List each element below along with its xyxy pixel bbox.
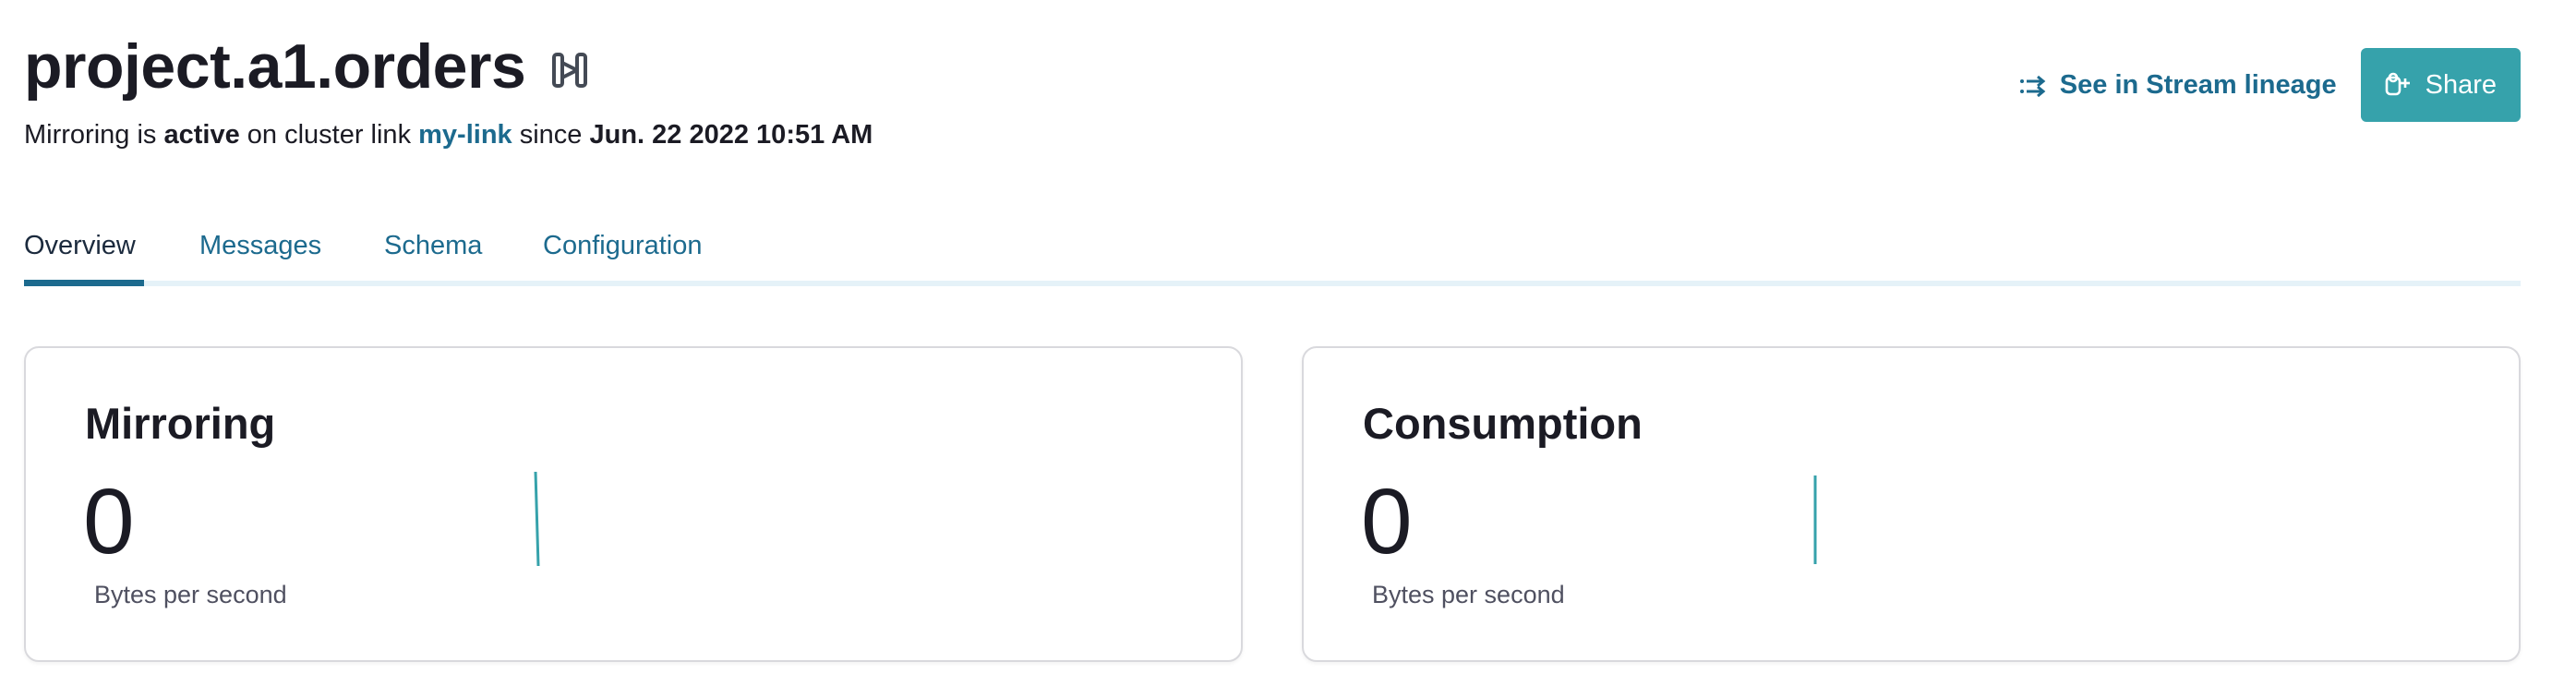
share-button[interactable]: Share: [2360, 48, 2521, 122]
tab-configuration[interactable]: Configuration: [543, 231, 703, 286]
metric-value: 0: [1361, 470, 1413, 573]
tab-label: Messages: [199, 231, 322, 260]
lineage-label: See in Stream lineage: [2059, 69, 2337, 100]
tab-label: Overview: [24, 231, 136, 260]
metric-unit: Bytes per second: [94, 581, 287, 608]
status-link-text: on cluster link: [247, 120, 412, 150]
topic-header: project.a1.orders: [24, 28, 590, 105]
status-since-text: since: [519, 120, 583, 150]
tab-schema[interactable]: Schema: [384, 231, 482, 286]
share-label: Share: [2425, 69, 2497, 100]
topic-detail-page: project.a1.orders Mirroring is active on…: [0, 0, 2576, 698]
status-timestamp: Jun. 22 2022 10:51 AM: [589, 120, 873, 150]
status-state: active: [163, 120, 240, 150]
share-icon: [2383, 70, 2413, 100]
page-title: project.a1.orders: [24, 31, 526, 102]
cluster-link[interactable]: my-link: [418, 120, 512, 150]
metric-unit: Bytes per second: [1372, 581, 1565, 608]
tab-label: Configuration: [543, 231, 703, 260]
metric-value: 0: [83, 470, 135, 573]
tab-label: Schema: [384, 231, 483, 260]
tab-messages[interactable]: Messages: [199, 231, 321, 286]
status-prefix: Mirroring is: [24, 120, 157, 150]
mirroring-status-line: Mirroring is active on cluster link my-l…: [24, 118, 873, 151]
card-title: Consumption: [1363, 399, 1643, 448]
topic-tabs: Overview Messages Schema Configuration: [24, 222, 2521, 286]
stream-lineage-icon: [2019, 74, 2047, 98]
card-title: Mirroring: [85, 399, 276, 448]
tab-overview[interactable]: Overview: [24, 231, 136, 286]
see-in-stream-lineage-link[interactable]: See in Stream lineage: [2019, 70, 2337, 101]
consumption-sparkline: [1813, 475, 1817, 564]
active-tab-indicator: [24, 280, 144, 286]
mirroring-sparkline: [534, 471, 540, 567]
header-actions: See in Stream lineage Share: [2019, 48, 2521, 122]
mirroring-card: Mirroring 0 Bytes per second: [24, 346, 1243, 662]
mirror-topic-icon: [549, 50, 590, 90]
consumption-card: Consumption 0 Bytes per second: [1302, 346, 2521, 662]
